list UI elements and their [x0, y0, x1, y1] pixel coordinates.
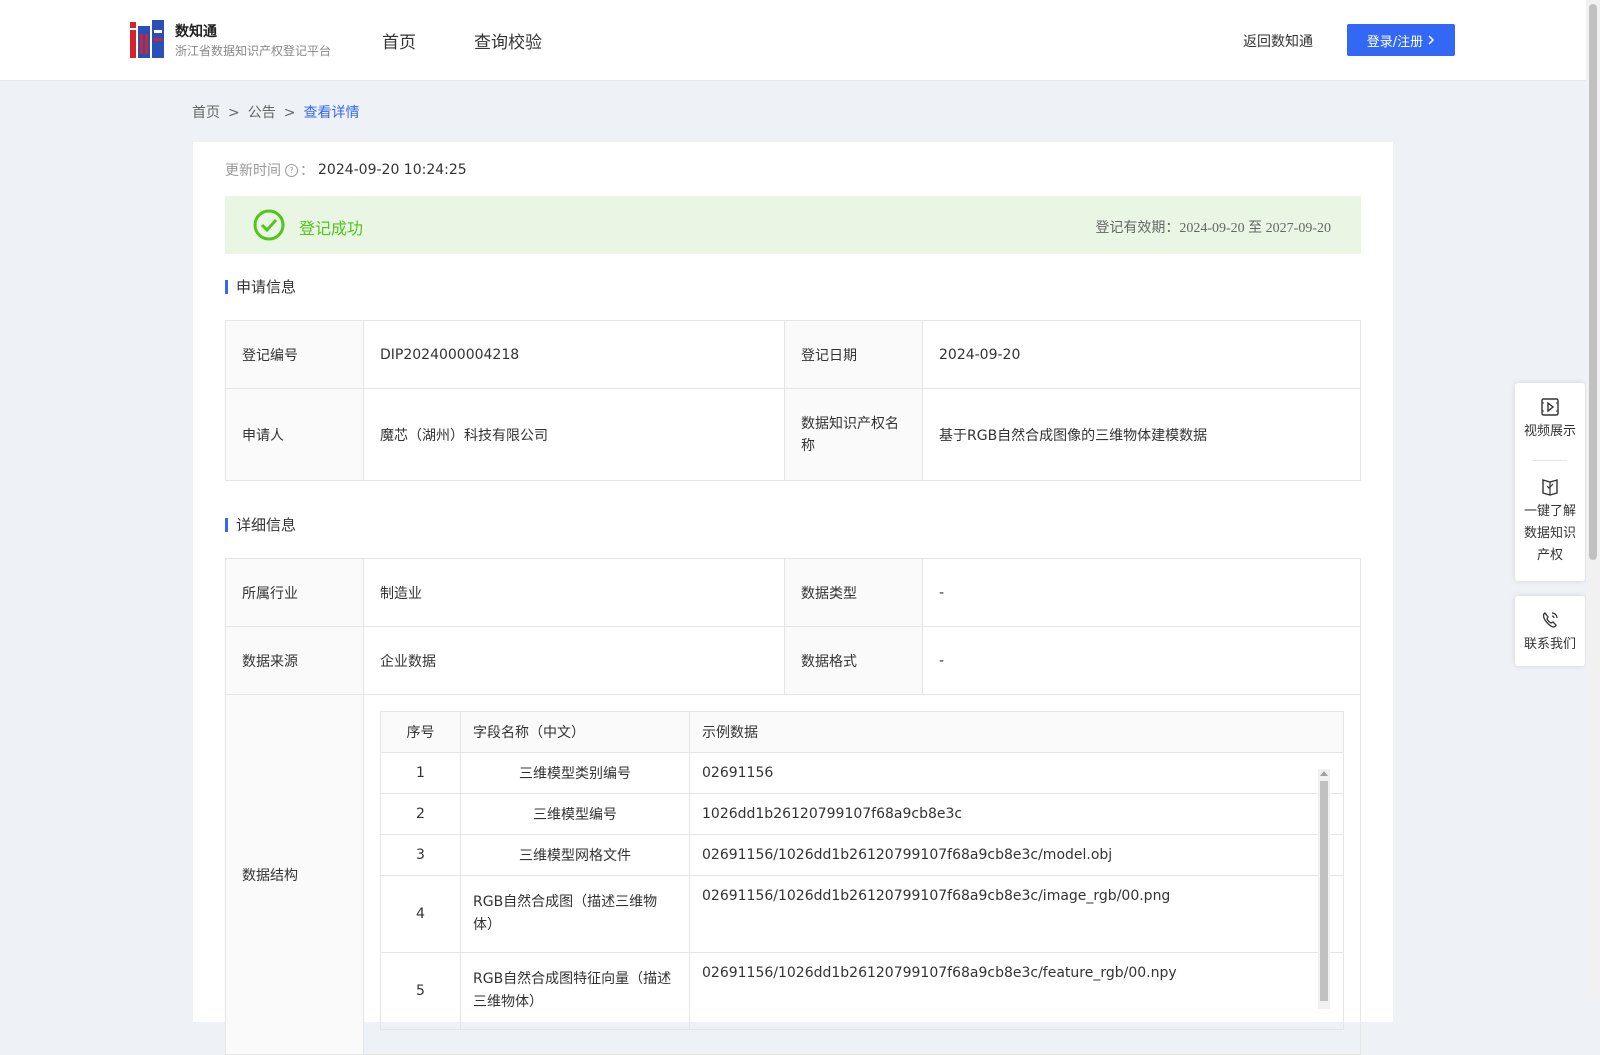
data-source-value: 企业数据: [363, 626, 785, 695]
nav-home[interactable]: 首页: [382, 28, 416, 53]
nav-query-verify[interactable]: 查询校验: [474, 28, 542, 53]
data-structure-cell: 序号 字段名称（中文） 示例数据 1 三维模型类别编号 02691156 2 三…: [363, 694, 1361, 1055]
row-index: 2: [380, 793, 461, 835]
phone-icon: [1542, 612, 1558, 628]
brand-title: 数知通: [175, 24, 217, 40]
col-header-index: 序号: [380, 711, 461, 753]
update-time-value: 2024-09-20 10:24:25: [318, 162, 467, 178]
field-name: RGB自然合成图特征向量（描述三维物体）: [460, 952, 690, 1030]
data-format-label: 数据格式: [784, 626, 923, 695]
data-source-label: 数据来源: [225, 626, 364, 695]
application-info-table: 登记编号 DIP2024000004218 登记日期 2024-09-20 申请…: [225, 320, 1361, 481]
update-time: 更新时间 ? ： 2024-09-20 10:24:25: [225, 160, 467, 180]
brand-logo[interactable]: [130, 20, 166, 58]
page-scrollbar[interactable]: [1586, 0, 1600, 1000]
data-type-label: 数据类型: [784, 558, 923, 627]
back-to-szt-link[interactable]: 返回数知通: [1243, 31, 1313, 51]
data-type-value: -: [922, 558, 1361, 627]
scrollbar-thumb[interactable]: [1320, 781, 1328, 1001]
video-showcase-label: 视频展示: [1523, 424, 1576, 439]
book-icon: [1542, 479, 1558, 496]
validity-period: 登记有效期：2024-09-20 至 2027-09-20: [1095, 217, 1331, 237]
data-structure-table: 序号 字段名称（中文） 示例数据 1 三维模型类别编号 02691156 2 三…: [380, 711, 1344, 1030]
data-format-value: -: [922, 626, 1361, 695]
applicant-label: 申请人: [225, 388, 364, 481]
registration-number-value: DIP2024000004218: [363, 320, 785, 389]
login-register-label: 登录/注册: [1366, 34, 1424, 50]
registration-number-label: 登记编号: [225, 320, 364, 389]
sample-data: 02691156/1026dd1b26120799107f68a9cb8e3c/…: [689, 834, 1344, 876]
field-name: 三维模型网格文件: [460, 834, 690, 876]
table-row: 3 三维模型网格文件 02691156/1026dd1b26120799107f…: [380, 834, 1344, 876]
breadcrumb-separator: >: [283, 105, 296, 121]
top-header: 数知通 浙江省数据知识产权登记平台 首页 查询校验 返回数知通 登录/注册: [0, 0, 1586, 81]
video-icon: [1541, 398, 1559, 416]
row-index: 3: [380, 834, 461, 876]
row-index: 4: [380, 875, 461, 953]
update-time-colon: ：: [300, 163, 314, 179]
row-index: 1: [380, 752, 461, 794]
validity-label: 登记有效期：: [1095, 220, 1180, 236]
sample-data: 1026dd1b26120799107f68a9cb8e3c: [689, 793, 1344, 835]
col-header-field-name: 字段名称（中文）: [460, 711, 690, 753]
data-structure-label: 数据结构: [225, 694, 364, 1055]
breadcrumb: 首页 > 公告 > 查看详情: [192, 102, 359, 122]
sample-data: 02691156: [689, 752, 1344, 794]
industry-value: 制造业: [363, 558, 785, 627]
table-row: 数据结构 序号 字段名称（中文） 示例数据 1 三维模型类别编号 0269115…: [225, 694, 1361, 1055]
sample-data: 02691156/1026dd1b26120799107f68a9cb8e3c/…: [689, 875, 1344, 953]
contact-us-label: 联系我们: [1523, 637, 1576, 652]
table-header-row: 序号 字段名称（中文） 示例数据: [380, 711, 1344, 753]
ip-name-value: 基于RGB自然合成图像的三维物体建模数据: [922, 388, 1361, 481]
video-showcase-button[interactable]: 视频展示: [1515, 397, 1585, 443]
floating-help-panel: 视频展示 一键了解数据知识产权: [1515, 383, 1585, 581]
chevron-right-icon: [1428, 35, 1435, 45]
page-scrollbar-thumb[interactable]: [1589, 4, 1597, 560]
applicant-value: 魔芯（湖州）科技有限公司: [363, 388, 785, 481]
col-header-sample: 示例数据: [689, 711, 1344, 753]
ip-name-label: 数据知识产权名称: [784, 388, 923, 481]
brand-subtitle: 浙江省数据知识产权登记平台: [175, 44, 332, 58]
login-register-button[interactable]: 登录/注册: [1347, 24, 1455, 56]
breadcrumb-separator: >: [228, 105, 240, 121]
breadcrumb-announcement[interactable]: 公告: [248, 105, 276, 121]
panel-divider: [1533, 460, 1567, 461]
field-name: RGB自然合成图（描述三维物体）: [460, 875, 690, 953]
section-title-application: 申请信息: [225, 280, 296, 295]
table-row: 2 三维模型编号 1026dd1b26120799107f68a9cb8e3c: [380, 793, 1344, 835]
question-circle-icon[interactable]: ?: [285, 163, 298, 177]
registration-date-value: 2024-09-20: [922, 320, 1361, 389]
table-row: 登记编号 DIP2024000004218 登记日期 2024-09-20: [225, 320, 1361, 389]
table-row: 所属行业 制造业 数据类型 -: [225, 558, 1361, 627]
update-time-label: 更新时间: [225, 163, 281, 179]
floating-contact-panel: 联系我们: [1515, 596, 1585, 666]
learn-data-ip-button[interactable]: 一键了解数据知识产权: [1515, 477, 1585, 567]
status-banner: 登记成功 登记有效期：2024-09-20 至 2027-09-20: [225, 196, 1361, 254]
contact-us-button[interactable]: 联系我们: [1515, 610, 1585, 656]
table-row: 1 三维模型类别编号 02691156: [380, 752, 1344, 794]
registration-date-label: 登记日期: [784, 320, 923, 389]
table-row: 5 RGB自然合成图特征向量（描述三维物体） 02691156/1026dd1b…: [380, 952, 1344, 1030]
industry-label: 所属行业: [225, 558, 364, 627]
table-row: 申请人 魔芯（湖州）科技有限公司 数据知识产权名称 基于RGB自然合成图像的三维…: [225, 388, 1361, 481]
check-circle-icon: [253, 209, 285, 241]
scroll-up-arrow-icon[interactable]: [1320, 771, 1328, 776]
table-row: 数据来源 企业数据 数据格式 -: [225, 626, 1361, 695]
breadcrumb-current: 查看详情: [303, 105, 360, 121]
breadcrumb-home[interactable]: 首页: [192, 105, 220, 121]
field-name: 三维模型类别编号: [460, 752, 690, 794]
status-text: 登记成功: [299, 219, 364, 238]
field-name: 三维模型编号: [460, 793, 690, 835]
section-title-details: 详细信息: [225, 518, 296, 533]
row-index: 5: [380, 952, 461, 1030]
validity-dates: 2024-09-20 至 2027-09-20: [1179, 221, 1331, 236]
learn-data-ip-label: 一键了解数据知识产权: [1523, 504, 1576, 563]
details-info-table: 所属行业 制造业 数据类型 - 数据来源 企业数据 数据格式 - 数据结构 序号…: [225, 558, 1361, 1055]
data-structure-scrollbar[interactable]: [1318, 769, 1330, 1009]
sample-data: 02691156/1026dd1b26120799107f68a9cb8e3c/…: [689, 952, 1344, 1030]
table-row: 4 RGB自然合成图（描述三维物体） 02691156/1026dd1b2612…: [380, 875, 1344, 953]
